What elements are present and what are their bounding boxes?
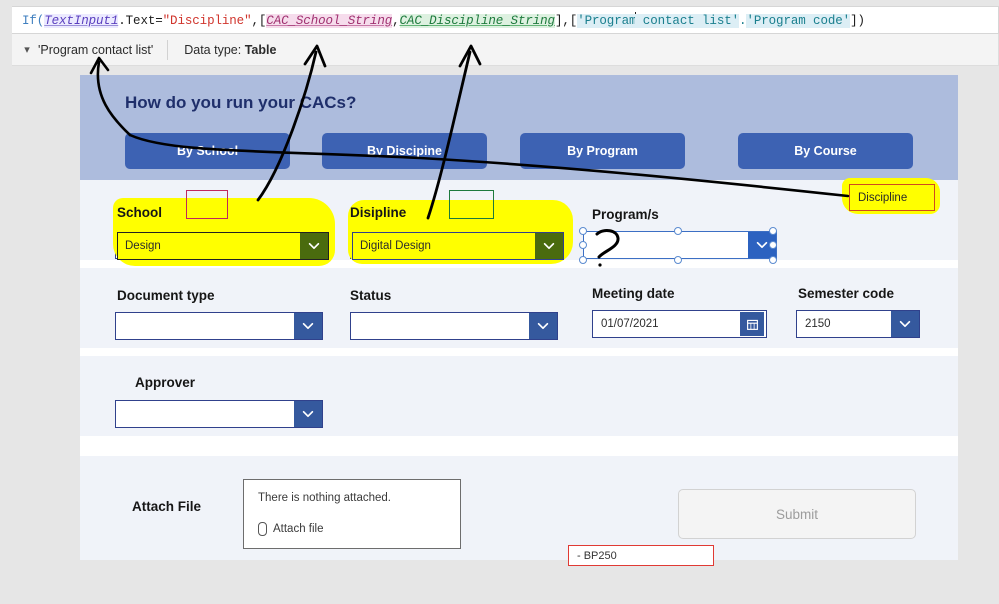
annotation-callout-label: Discipline xyxy=(858,191,908,204)
resize-handle-bottom-center[interactable] xyxy=(674,256,682,264)
label-semester-code: Semester code xyxy=(798,286,895,301)
datatype-bar: ▾ 'Program contact list' Data type: Tabl… xyxy=(12,34,999,66)
formula-token-7: CAC_Discipline_String xyxy=(399,14,555,28)
formula-token-8: ],[ xyxy=(554,14,578,28)
resize-handle-middle-right[interactable] xyxy=(769,241,777,249)
annotation-note-label: - BP250 xyxy=(577,549,617,562)
data-source-name[interactable]: 'Program contact list' xyxy=(34,43,167,57)
attach-empty-text: There is nothing attached. xyxy=(258,492,391,504)
label-document-type: Document type xyxy=(117,288,215,303)
approver-dropdown[interactable] xyxy=(115,400,323,428)
data-type-value: Table xyxy=(244,42,277,57)
label-school-overlay: School xyxy=(117,205,163,220)
formula-token-11: contact list' xyxy=(635,14,740,28)
form-row-2: Document type Status Meeting date 01/07/… xyxy=(80,268,958,348)
school-dropdown-value-highlighted: Design xyxy=(125,240,161,252)
tab-by-program[interactable]: By Program xyxy=(520,133,685,169)
formula-token-6: , xyxy=(392,14,400,28)
attach-file-link-label: Attach file xyxy=(273,523,324,535)
annotation-box-discipline xyxy=(449,190,494,219)
form-row-3: Approver xyxy=(80,356,958,436)
tab-label: By Discipine xyxy=(366,144,443,158)
attach-file-card[interactable]: There is nothing attached. Attach file xyxy=(243,479,461,549)
annotation-note-bp250: - BP250 xyxy=(568,545,714,566)
discipline-dropdown-value-highlighted: Digital Design xyxy=(360,240,431,252)
resize-handle-top-left[interactable] xyxy=(579,227,587,235)
status-dropdown[interactable] xyxy=(350,312,558,340)
formula-token-2: .Text= xyxy=(118,14,163,28)
chevron-down-icon[interactable] xyxy=(294,313,322,339)
data-type-info: Data type: Table xyxy=(168,43,276,57)
label-discipline-overlay: Disipline xyxy=(350,205,407,220)
meeting-date-input[interactable]: 01/07/2021 xyxy=(592,310,767,338)
tab-by-course[interactable]: By Course xyxy=(738,133,913,169)
tab-by-discipline[interactable]: By Discipine xyxy=(322,133,487,169)
formula-token-0: If( xyxy=(22,14,45,28)
tab-label: By Program xyxy=(567,144,638,158)
app-canvas: How do you run your CACs? By School By D… xyxy=(80,75,958,560)
label-programs: Program/s xyxy=(592,207,659,222)
chevron-down-icon[interactable] xyxy=(891,311,919,337)
chevron-down-icon[interactable]: ▾ xyxy=(12,43,34,56)
formula-token-9: 'Program xyxy=(577,14,637,28)
resize-handle-top-right[interactable] xyxy=(769,227,777,235)
programs-dropdown[interactable] xyxy=(583,231,777,259)
resize-handle-bottom-left[interactable] xyxy=(579,256,587,264)
semester-code-dropdown-value: 2150 xyxy=(805,318,831,330)
tab-label: By School xyxy=(176,144,239,158)
chevron-down-icon[interactable] xyxy=(535,233,563,259)
formula-expression[interactable]: If(TextInput1.Text="Discipline",[CAC_Sch… xyxy=(22,12,865,28)
resize-handle-bottom-right[interactable] xyxy=(769,256,777,264)
app-header-band: How do you run your CACs? By School By D… xyxy=(80,75,958,180)
formula-token-4: ,[ xyxy=(251,14,267,28)
page-title: How do you run your CACs? xyxy=(125,93,357,112)
formula-bar[interactable]: If(TextInput1.Text="Discipline",[CAC_Sch… xyxy=(12,6,999,34)
meeting-date-value: 01/07/2021 xyxy=(601,318,659,330)
tab-by-school[interactable]: By School xyxy=(125,133,290,169)
school-dropdown-highlighted[interactable]: Design xyxy=(117,232,329,260)
annotation-callout-discipline: Discipline xyxy=(849,184,935,211)
chevron-down-icon[interactable] xyxy=(529,313,557,339)
chevron-down-icon[interactable] xyxy=(300,233,328,259)
label-status: Status xyxy=(350,288,392,303)
document-type-dropdown[interactable] xyxy=(115,312,323,340)
chevron-down-icon[interactable] xyxy=(294,401,322,427)
label-meeting-date: Meeting date xyxy=(592,286,675,301)
submit-button-label: Submit xyxy=(775,506,819,522)
formula-token-3: "Discipline" xyxy=(162,14,252,28)
paperclip-icon xyxy=(258,522,267,536)
annotation-box-school xyxy=(186,190,228,219)
submit-button[interactable]: Submit xyxy=(678,489,916,539)
formula-token-13: 'Program xyxy=(746,14,806,28)
formula-token-5: CAC_School_String xyxy=(266,14,393,28)
attach-file-link[interactable]: Attach file xyxy=(258,522,324,536)
data-type-label: Data type: xyxy=(184,42,242,57)
tab-label: By Course xyxy=(794,144,857,158)
label-attach-file: Attach File xyxy=(132,499,202,514)
formula-token-15: ]) xyxy=(850,14,865,28)
formula-token-1: TextInput1 xyxy=(44,14,119,28)
resize-handle-middle-left[interactable] xyxy=(579,241,587,249)
label-approver: Approver xyxy=(135,375,196,390)
resize-handle-top-center[interactable] xyxy=(674,227,682,235)
calendar-icon[interactable] xyxy=(740,312,764,336)
semester-code-dropdown[interactable]: 2150 xyxy=(796,310,920,338)
formula-token-14: code' xyxy=(805,14,851,28)
discipline-dropdown-highlighted[interactable]: Digital Design xyxy=(352,232,564,260)
